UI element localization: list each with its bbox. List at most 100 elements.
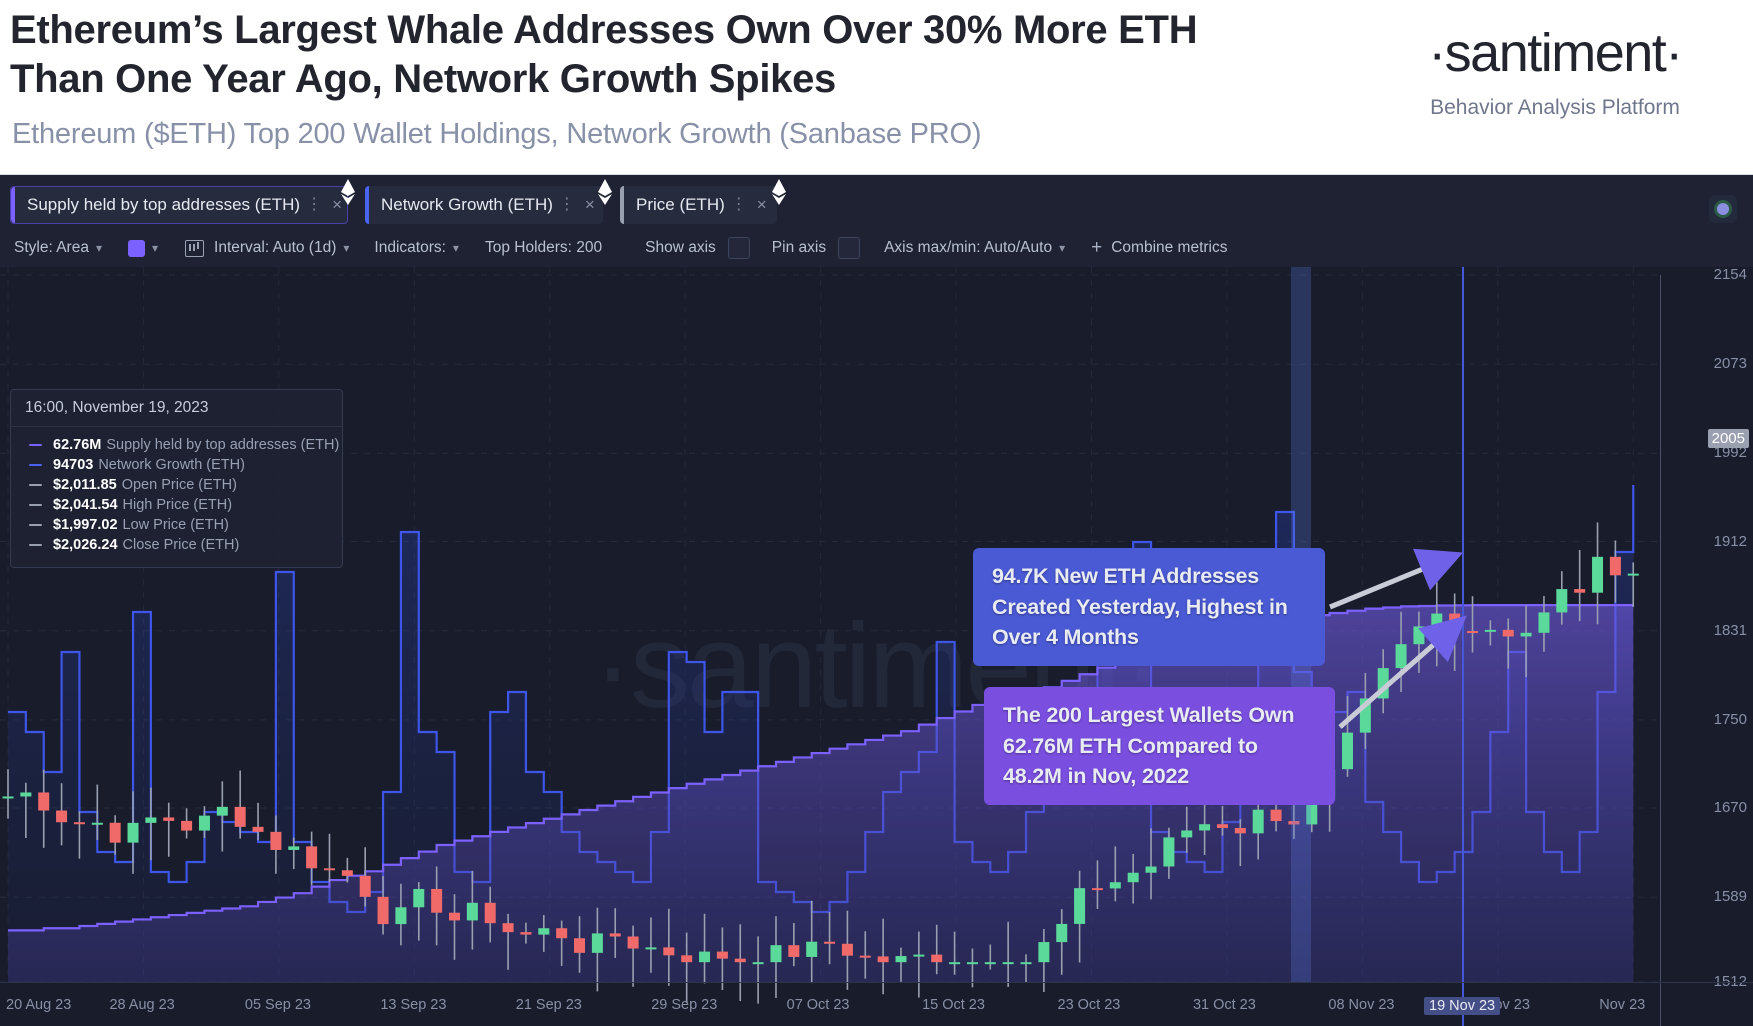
pin-axis-checkbox[interactable] <box>838 237 861 259</box>
tooltip-row: $1,997.02 Low Price (ETH) <box>11 515 342 535</box>
tooltip-row-value: $2,041.54 <box>53 497 118 513</box>
indicators-dropdown[interactable]: Indicators: ▾ <box>374 239 459 257</box>
annotation-whale-holdings: The 200 Largest Wallets Own 62.76M ETH C… <box>984 687 1335 805</box>
tab-accent-bar <box>365 186 369 224</box>
tab-accent-bar <box>11 187 15 223</box>
show-axis-label: Show axis <box>645 239 716 256</box>
metric-tab-network-growth[interactable]: Network Growth (ETH) ⋮ × <box>365 186 603 224</box>
series-color-dash <box>29 483 42 487</box>
tooltip-row-value: $1,997.02 <box>53 517 118 533</box>
series-color-dash <box>29 463 42 467</box>
y-axis: 2154 2073 1992 1912 1831 1750 1670 1589 1512 2005 <box>1658 267 1753 1026</box>
plus-icon: + <box>1091 237 1103 258</box>
x-axis-tick-label: 13 Sep 23 <box>380 997 447 1013</box>
tooltip-row-label: Network Growth (ETH) <box>98 457 245 473</box>
interval-dropdown[interactable]: Interval: Auto (1d) ▾ <box>185 239 349 257</box>
chevron-down-icon: ▾ <box>343 241 350 255</box>
tab-menu-icon[interactable]: ⋮ <box>553 196 581 212</box>
indicators-label: Indicators: <box>374 239 446 256</box>
sanbase-chart-app: Supply held by top addresses (ETH) ⋮ × N… <box>0 175 1753 1026</box>
ethereum-icon <box>338 177 358 207</box>
x-axis-tick-label: 08 Nov 23 <box>1328 997 1395 1013</box>
y-axis-current-value: 2005 <box>1707 429 1749 449</box>
tooltip-row-value: $2,026.24 <box>53 537 118 553</box>
series-color-dash <box>29 503 42 507</box>
y-axis-line <box>1660 275 1661 1026</box>
tab-accent-bar <box>620 186 624 224</box>
style-dropdown[interactable]: Style: Area ▾ <box>14 239 102 257</box>
x-axis-tick-label: 31 Oct 23 <box>1192 997 1256 1013</box>
chart-plot <box>0 267 1658 1026</box>
x-axis-tick-label: 21 Sep 23 <box>515 997 582 1013</box>
ethereum-icon <box>769 177 789 207</box>
chart-toolbar: Style: Area ▾ ▾ Interval: Auto (1d) ▾ In… <box>0 231 1753 265</box>
pin-axis-label: Pin axis <box>771 239 827 256</box>
tooltip-row: $2,011.85 Open Price (ETH) <box>11 475 342 495</box>
chevron-down-icon: ▾ <box>452 241 459 255</box>
x-axis-current-date: 19 Nov 23 <box>1424 997 1501 1015</box>
x-axis-tick-label: 20 Aug 23 <box>6 997 72 1013</box>
y-axis-tick-label: 1912 <box>1713 532 1747 550</box>
show-axis-checkbox[interactable] <box>727 237 750 259</box>
santiment-logo: ·santiment· Behavior Analysis Platform <box>1375 26 1735 120</box>
tooltip-row-value: 94703 <box>53 457 94 473</box>
x-axis-tick-label: Nov 23 <box>1599 997 1646 1013</box>
tooltip-row-label: Close Price (ETH) <box>122 537 240 553</box>
tooltip-row-label: Supply held by top addresses (ETH) <box>106 437 340 453</box>
tooltip-row: 94703 Network Growth (ETH) <box>11 455 342 475</box>
pin-axis-toggle[interactable]: Pin axis <box>771 237 861 259</box>
series-color-dash <box>29 523 42 527</box>
page-subtitle: Ethereum ($ETH) Top 200 Wallet Holdings,… <box>12 118 982 150</box>
color-swatch <box>128 239 145 257</box>
tab-menu-icon[interactable]: ⋮ <box>300 196 328 212</box>
chart-tooltip: 16:00, November 19, 2023 62.76M Supply he… <box>10 389 343 568</box>
tooltip-row-value: 62.76M <box>53 437 102 453</box>
page-title: Ethereum’s Largest Whale Addresses Own O… <box>10 8 1198 101</box>
live-status-indicator[interactable] <box>1709 195 1737 223</box>
style-dropdown-label: Style: Area <box>14 239 89 256</box>
tooltip-row: $2,041.54 High Price (ETH) <box>11 495 342 515</box>
color-dropdown[interactable]: ▾ <box>128 239 158 257</box>
brand-tagline: Behavior Analysis Platform <box>1430 96 1680 119</box>
x-axis-tick-label: 23 Oct 23 <box>1057 997 1121 1013</box>
tooltip-row-label: Low Price (ETH) <box>122 517 229 533</box>
chevron-down-icon: ▾ <box>1059 241 1066 255</box>
metric-tab-bar: Supply held by top addresses (ETH) ⋮ × N… <box>0 175 1753 235</box>
metric-tab-supply-held-by-top-addresses[interactable]: Supply held by top addresses (ETH) ⋮ × <box>10 186 348 224</box>
tab-menu-icon[interactable]: ⋮ <box>725 196 753 212</box>
x-axis-tick-label: 05 Sep 23 <box>244 997 311 1013</box>
metric-tab-label: Supply held by top addresses (ETH) <box>27 195 301 214</box>
tooltip-row-value: $2,011.85 <box>53 477 117 493</box>
combine-metrics-label: Combine metrics <box>1111 239 1228 256</box>
y-axis-tick-label: 1589 <box>1713 888 1747 906</box>
chart-canvas[interactable]: ·santiment· 94.7K New ETH Addresses Crea… <box>0 267 1753 1026</box>
interval-label: Interval: Auto (1d) <box>214 239 337 256</box>
show-axis-toggle[interactable]: Show axis <box>645 237 750 259</box>
series-color-dash <box>29 543 42 547</box>
y-axis-tick-label: 1831 <box>1713 621 1747 639</box>
brand-name: ·santiment· <box>1428 23 1683 83</box>
top-holders-label: Top Holders: 200 <box>484 239 603 256</box>
x-axis-tick-label: 07 Oct 23 <box>786 997 850 1013</box>
x-axis-tick-label: 28 Aug 23 <box>109 997 175 1013</box>
tooltip-row-label: Open Price (ETH) <box>121 477 237 493</box>
interval-icon <box>185 239 205 257</box>
tooltip-row: 62.76M Supply held by top addresses (ETH) <box>11 435 342 455</box>
article-header: Ethereum’s Largest Whale Addresses Own O… <box>0 0 1753 175</box>
metric-tab-price[interactable]: Price (ETH) ⋮ × <box>620 186 777 224</box>
y-axis-tick-label: 1750 <box>1713 710 1747 728</box>
tooltip-date: 16:00, November 19, 2023 <box>11 390 342 427</box>
x-axis: 20 Aug 23 28 Aug 23 05 Sep 23 13 Sep 23 21 S… <box>0 982 1753 1026</box>
y-axis-tick-label: 2073 <box>1713 355 1747 373</box>
y-axis-tick-label: 2154 <box>1713 267 1747 283</box>
axis-minmax-dropdown[interactable]: Axis max/min: Auto/Auto ▾ <box>884 239 1065 257</box>
tooltip-row-label: High Price (ETH) <box>122 497 233 513</box>
tooltip-row: $2,026.24 Close Price (ETH) <box>11 535 342 555</box>
ethereum-icon <box>595 177 615 207</box>
top-holders-control[interactable]: Top Holders: 200 <box>485 239 602 257</box>
annotation-network-growth: 94.7K New ETH Addresses Created Yesterda… <box>973 548 1325 666</box>
status-dot-icon <box>1717 203 1729 215</box>
metric-tab-label: Price (ETH) <box>636 195 725 214</box>
x-axis-tick-label: 15 Oct 23 <box>922 997 985 1013</box>
combine-metrics-button[interactable]: + Combine metrics <box>1091 237 1227 259</box>
